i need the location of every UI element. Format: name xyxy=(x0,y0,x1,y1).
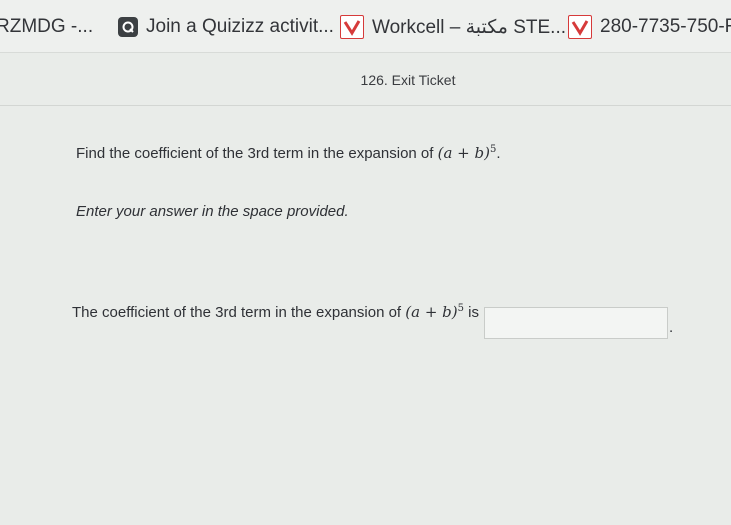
answer-expression: (a + b)5 xyxy=(405,303,464,321)
page-title: 126. Exit Ticket xyxy=(360,72,456,88)
bookmark-label: Workcell – مكتبة STE... xyxy=(372,16,567,38)
bookmark-label: RZMDG -... xyxy=(0,16,94,37)
bookmarks-bar: RZMDG -... Join a Quizizz activit... Wor… xyxy=(0,0,731,53)
check-icon xyxy=(568,15,592,39)
bookmark-label: 280-7735-750-R xyxy=(600,16,731,37)
quizizz-icon xyxy=(118,17,138,37)
question-text: Find the coefficient of the 3rd term in … xyxy=(76,144,501,162)
answer-statement: The coefficient of the 3rd term in the e… xyxy=(72,303,479,321)
question-prompt: Find the coefficient of the 3rd term in … xyxy=(76,145,434,162)
answer-prefix: The coefficient of the 3rd term in the e… xyxy=(72,303,402,321)
expression-base: (a + b) xyxy=(437,144,490,162)
bookmark-label: Join a Quizizz activit... xyxy=(146,16,334,37)
answer-period: . xyxy=(669,319,674,336)
bookmark-rzmdg[interactable]: RZMDG -... xyxy=(0,13,93,41)
bookmark-280[interactable]: 280-7735-750-R xyxy=(568,13,731,41)
question-period: . xyxy=(496,145,501,162)
bookmark-quizizz[interactable]: Join a Quizizz activit... xyxy=(118,13,334,41)
divider xyxy=(0,105,731,106)
answer-input[interactable] xyxy=(484,307,668,339)
instruction-text: Enter your answer in the space provided. xyxy=(76,203,349,220)
bookmark-workcell[interactable]: Workcell – مكتبة STE... xyxy=(340,13,566,41)
question-expression: (a + b)5 xyxy=(438,144,497,162)
expression-base: (a + b) xyxy=(405,303,458,321)
check-icon xyxy=(340,15,364,39)
expression-exponent: 5 xyxy=(457,303,464,314)
answer-suffix: is xyxy=(468,303,480,321)
